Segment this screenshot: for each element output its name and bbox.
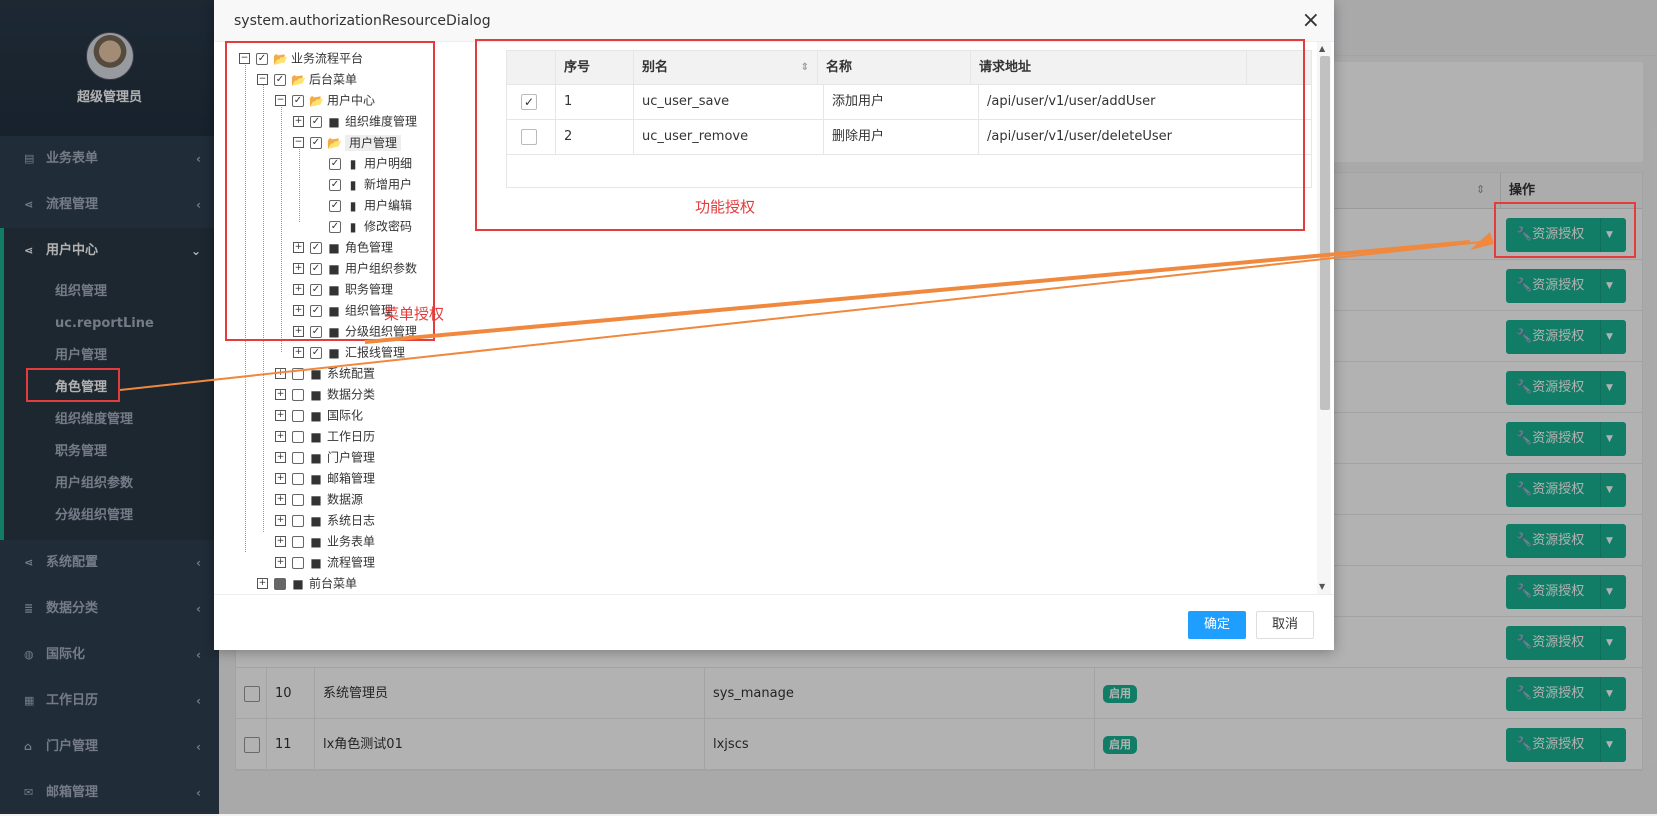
tree-checkbox[interactable] [292,430,304,443]
tree-checkbox[interactable] [292,409,304,422]
tree-checkbox[interactable] [292,556,304,569]
tree-checkbox[interactable] [292,535,304,548]
role-menu-highlight-box [26,368,120,402]
folder-icon: ■ [328,345,340,360]
tree-checkbox[interactable] [274,577,286,590]
folder-icon: ■ [310,366,322,381]
tree-label: 工作日历 [327,429,376,444]
expand-icon[interactable]: + [275,389,286,400]
tree-checkbox[interactable] [310,346,322,359]
dialog-title: system.authorizationResourceDialog [234,13,491,29]
tree-checkbox[interactable] [292,514,304,527]
tree-node[interactable]: + ■ 前台菜单 [257,573,357,593]
tree-label: 业务表单 [327,534,376,549]
folder-icon: ■ [310,450,322,465]
tree-label: 国际化 [327,408,364,423]
function-auth-annotation: 功能授权 [695,198,756,216]
dialog-footer: 确定 取消 [214,594,1334,650]
tree-node[interactable]: + ■ 汇报线管理 [293,342,405,362]
close-icon[interactable]: × [1302,0,1320,42]
tree-node[interactable]: + ■ 系统配置 [275,363,375,383]
tree-node[interactable]: + ■ 邮箱管理 [275,468,375,488]
scrollbar-thumb[interactable] [1320,56,1330,410]
tree-node[interactable]: + ■ 工作日历 [275,426,375,446]
expand-icon[interactable]: + [257,578,268,589]
folder-icon: ■ [310,387,322,402]
scroll-down-icon[interactable]: ▼ [1319,582,1325,591]
expand-icon[interactable]: + [275,473,286,484]
expand-icon[interactable]: + [293,347,304,358]
expand-icon[interactable]: + [275,536,286,547]
folder-icon: ■ [310,513,322,528]
tree-label: 数据源 [327,492,364,507]
tree-label: 门户管理 [327,450,376,465]
tree-label: 系统日志 [327,513,376,528]
expand-icon[interactable]: + [275,368,286,379]
expand-icon[interactable]: + [275,452,286,463]
tree-label: 流程管理 [327,555,376,570]
tree-node[interactable]: + ■ 数据源 [275,489,363,509]
tree-checkbox[interactable] [292,493,304,506]
expand-icon[interactable]: + [275,431,286,442]
expand-icon[interactable]: + [275,557,286,568]
tree-checkbox[interactable] [292,451,304,464]
folder-icon: ■ [310,534,322,549]
tree-node[interactable]: + ■ 业务表单 [275,531,375,551]
expand-icon[interactable]: + [275,410,286,421]
tree-node[interactable]: + ■ 国际化 [275,405,363,425]
menu-auth-annotation: 菜单授权 [384,305,445,323]
scroll-up-icon[interactable]: ▲ [1319,44,1325,53]
confirm-button[interactable]: 确定 [1188,611,1246,639]
tree-label: 系统配置 [327,366,376,381]
tree-label: 前台菜单 [309,576,358,591]
tree-checkbox[interactable] [292,367,304,380]
folder-icon: ■ [310,471,322,486]
menu-auth-highlight-box [225,41,435,341]
folder-icon: ■ [310,429,322,444]
tree-node[interactable]: + ■ 流程管理 [275,552,375,572]
tree-label: 邮箱管理 [327,471,376,486]
tree-label: 数据分类 [327,387,376,402]
tree-node[interactable]: + ■ 系统日志 [275,510,375,530]
expand-icon[interactable]: + [275,494,286,505]
folder-icon: ■ [292,576,304,591]
tree-checkbox[interactable] [292,472,304,485]
resource-button-highlight-box [1494,202,1636,258]
cancel-button[interactable]: 取消 [1256,611,1314,639]
function-auth-highlight-box [475,39,1305,231]
folder-icon: ■ [310,492,322,507]
folder-icon: ■ [310,408,322,423]
dialog-scrollbar[interactable]: ▲ ▼ [1317,42,1331,594]
dialog-header: system.authorizationResourceDialog × [214,0,1334,42]
tree-node[interactable]: + ■ 门户管理 [275,447,375,467]
tree-node[interactable]: + ■ 数据分类 [275,384,375,404]
tree-label: 汇报线管理 [345,345,406,360]
expand-icon[interactable]: + [275,515,286,526]
folder-icon: ■ [310,555,322,570]
tree-checkbox[interactable] [292,388,304,401]
